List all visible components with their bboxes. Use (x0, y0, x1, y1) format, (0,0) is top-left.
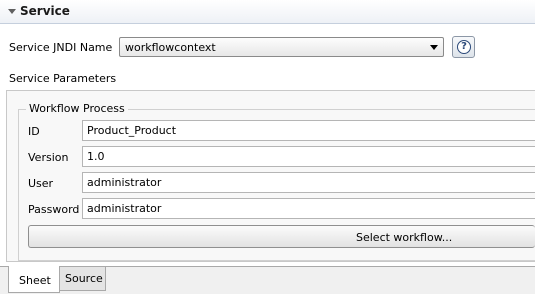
dropdown-arrow-icon[interactable] (430, 45, 438, 50)
id-label: ID (28, 125, 40, 138)
service-parameters-label: Service Parameters (9, 72, 117, 85)
tab-source[interactable]: Source (60, 267, 106, 291)
workflow-process-title: Workflow Process (26, 102, 128, 115)
select-workflow-label: Select workflow... (356, 231, 453, 244)
tab-sheet-label: Sheet (19, 274, 51, 287)
version-label: Version (28, 151, 69, 164)
jndi-name-value: workflowcontext (125, 41, 216, 54)
password-input[interactable]: administrator (82, 198, 535, 219)
tab-source-label: Source (65, 272, 103, 285)
section-title: Service (20, 4, 70, 18)
password-label: Password (28, 203, 80, 216)
editor-tab-bar: Sheet Source (0, 266, 535, 294)
help-icon: ? (457, 40, 471, 54)
user-label: User (28, 177, 54, 190)
tab-sheet[interactable]: Sheet (8, 266, 60, 293)
version-value: 1.0 (87, 150, 105, 163)
version-input[interactable]: 1.0 (82, 146, 535, 167)
jndi-name-label: Service JNDI Name (9, 41, 113, 54)
select-workflow-button[interactable]: Select workflow... (28, 225, 535, 248)
user-input[interactable]: administrator (82, 172, 535, 193)
help-button[interactable]: ? (452, 36, 475, 58)
section-header[interactable]: Service (0, 0, 535, 24)
jndi-name-combo[interactable]: workflowcontext (119, 37, 444, 57)
chevron-down-icon[interactable] (8, 9, 16, 14)
id-value: Product_Product (87, 124, 177, 137)
password-value: administrator (87, 202, 162, 215)
id-input[interactable]: Product_Product (82, 120, 535, 141)
user-value: administrator (87, 176, 162, 189)
